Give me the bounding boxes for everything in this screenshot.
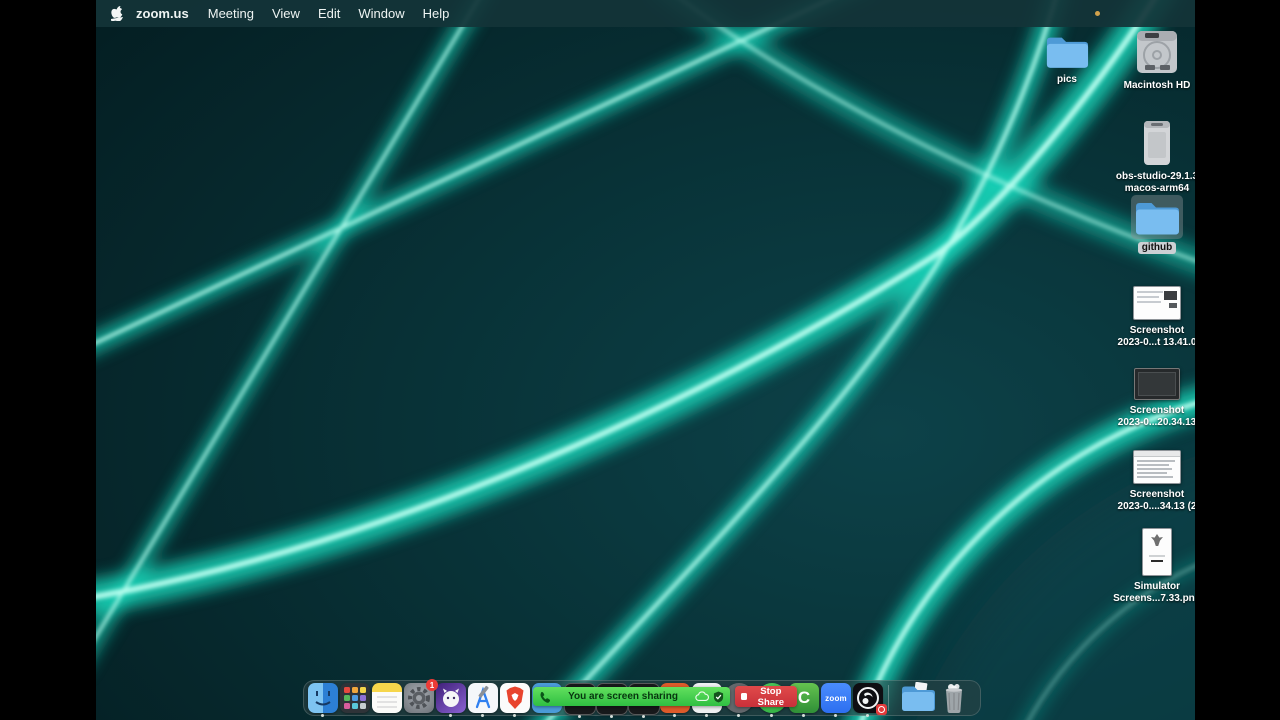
disk-image-icon [1142,120,1172,166]
desktop-icon-label-line2: 2023-0...20.34.13 [1117,417,1195,428]
desktop-icon-label: obs-studio-29.1.3 [1115,171,1195,182]
desktop-icon-label-line2: macos-arm64 [1124,183,1190,194]
cloud-icon [695,691,709,702]
menu-item-view[interactable]: View [272,6,300,21]
screenshot-thumbnail-icon [1133,450,1181,484]
screenshot-thumbnail-icon [1134,368,1180,400]
dock-item-system-settings[interactable]: 1 [404,679,438,713]
desktop-icon-label: github [1137,242,1177,254]
menu-bar: zoom.us Meeting View Edit Window Help [96,0,1195,27]
dock-separator [888,685,889,711]
desktop-icon-label-line2: 2023-0....34.13 (2 [1117,501,1195,512]
screenshot-thumbnail-icon [1133,286,1181,320]
notes-icon [377,696,397,708]
desktop-wallpaper [96,0,1195,720]
menu-item-meeting[interactable]: Meeting [208,6,254,21]
phone-icon [540,691,551,703]
dock-item-finder[interactable] [308,683,338,717]
desktop-icon-pics[interactable]: pics [1019,33,1115,86]
dock-item-notes[interactable] [372,683,402,713]
shield-check-icon [713,691,724,702]
desktop-icon-label-line2: Screens...7.33.png [1113,593,1195,604]
menu-item-help[interactable]: Help [423,6,450,21]
dock-item-brave[interactable] [500,683,530,717]
octocat-icon [443,688,459,707]
desktop-icon-github[interactable]: github [1109,195,1195,254]
dock-item-xcode[interactable] [468,683,498,717]
apple-menu[interactable] [102,6,132,21]
stop-share-label: Stop Share [757,685,785,708]
desktop-icon-label: Screenshot [1129,489,1185,500]
desktop-icon-label: Screenshot [1129,405,1185,416]
dock-item-trash[interactable] [938,682,972,714]
brave-lion-icon [506,686,524,709]
trash-full-icon [945,684,963,713]
screenshot-thumbnail-icon [1142,528,1172,576]
desktop-icon-screenshot-3[interactable]: Screenshot 2023-0....34.13 (2 [1109,450,1195,513]
desktop-icon-label: pics [1056,74,1077,85]
desktop-icon-label-line2: 2023-0...t 13.41.0 [1117,337,1195,348]
desktop-icon-macintosh-hd[interactable]: Macintosh HD [1109,29,1195,92]
letterbox-stage: zoom.us Meeting View Edit Window Help pi… [0,0,1280,720]
desktop-icon-screenshot-1[interactable]: Screenshot 2023-0...t 13.41.0 [1109,286,1195,349]
desktop-icon-screenshot-2[interactable]: Screenshot 2023-0...20.34.13 [1109,368,1195,429]
mac-desktop: zoom.us Meeting View Edit Window Help pi… [96,0,1195,720]
finder-icon [315,691,331,706]
desktop-icon-label: Simulator [1133,581,1181,592]
dock-item-obs[interactable] [853,683,887,717]
stop-square-icon [741,693,747,700]
folder-icon [902,682,935,711]
desktop-icon-label: Macintosh HD [1123,80,1191,91]
desktop-icon-obs-dmg[interactable]: obs-studio-29.1.3 macos-arm64 [1109,120,1195,195]
zoom-wordmark: zoom [825,693,847,703]
active-app-name[interactable]: zoom.us [136,6,189,21]
dock-item-downloads-folder[interactable] [901,682,935,714]
dock-item-launchpad[interactable] [340,683,370,713]
menu-item-edit[interactable]: Edit [318,6,340,21]
recording-badge [876,704,887,715]
folder-icon [1131,195,1183,239]
menu-item-window[interactable]: Window [358,6,404,21]
desktop-icon-label: Screenshot [1129,325,1185,336]
desktop-icon-simulator-screenshot[interactable]: Simulator Screens...7.33.png [1109,528,1195,605]
share-status-text: You are screen sharing [568,691,678,702]
notification-badge: 1 [426,679,438,691]
camtasia-c-glyph: C [797,688,811,707]
dock-item-zoom[interactable]: zoom [821,683,851,717]
stop-share-button[interactable]: Stop Share [735,685,797,708]
dock-item-github-desktop[interactable] [436,683,466,717]
screen-sharing-banner: You are screen sharing [533,687,730,706]
xcode-hammer-icon [475,685,491,709]
folder-icon [1045,33,1089,69]
recording-indicator-dot [1095,11,1100,16]
hard-drive-icon [1133,29,1181,75]
apple-logo-icon [110,6,123,21]
